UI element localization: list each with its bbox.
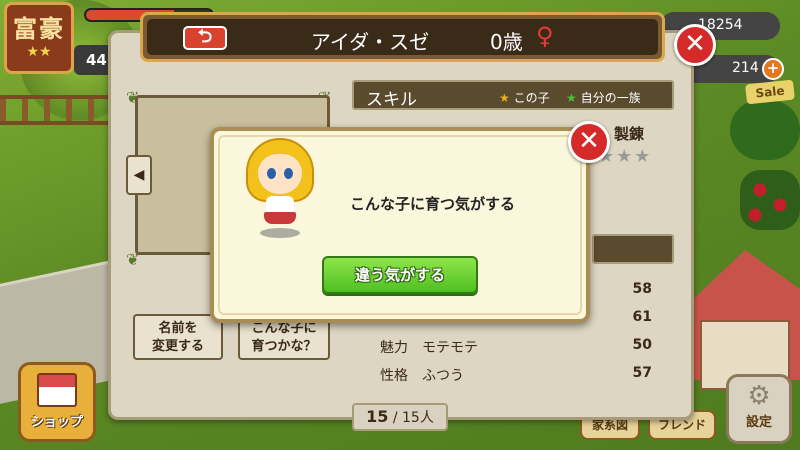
dialog-message: こんな子に育つ気がする [350,195,516,213]
stat-number: 61 [632,309,652,325]
settings-label: 設定 [745,415,772,430]
legend-this-child: ★ この子 [499,91,550,105]
settings-button[interactable]: ⚙ 設定 [726,374,792,444]
female-icon: ♀ [536,22,554,50]
skill-title: スキル [366,90,417,110]
shop-icon [37,373,77,407]
stat-label: 性格 [380,368,408,384]
section-header-bar [592,234,674,264]
berry-bush-decoration [740,170,800,230]
add-coins-button[interactable]: + [762,58,784,80]
stat-row: 性格 ふつう 57 [380,365,660,387]
avatar-eye [284,168,293,179]
grow-label-line1: こんな子に [251,321,317,336]
rename-button[interactable]: 名前を 変更する [133,314,223,360]
fence-decoration [0,95,110,125]
stat-number: 57 [632,365,652,381]
legend-family: ★ 自分の一族 [566,91,641,105]
gear-icon: ⚙ [747,381,771,411]
page-current: 15 [366,407,389,426]
rank-stars-icon: ★★ [26,44,52,60]
skill-header: スキル ★ この子 ★ 自分の一族 [352,80,674,110]
avatar-eye [267,168,276,179]
close-dialog-button[interactable]: ✕ [568,121,610,163]
page-total: / 15人 [392,410,434,426]
star-icon: ★ [499,91,510,105]
stat-value: モテモテ [422,340,478,356]
shop-label: ショップ [30,415,83,430]
close-panel-button[interactable]: ✕ [674,24,716,66]
bush-decoration [730,100,800,160]
shop-button[interactable]: ショップ [18,362,96,442]
rename-label-line2: 変更する [151,339,204,354]
character-age: 0歳 [490,30,523,54]
stat-value: ふつう [422,368,464,384]
avatar-skirt [264,212,296,224]
stat-number: 50 [632,337,652,353]
previous-character-button[interactable]: ◀ [126,155,152,195]
stat-row: 魅力 モテモテ 50 [380,337,660,359]
avatar-face [258,154,302,194]
different-feeling-button[interactable]: 違う気がする [322,256,478,294]
grow-label-line2: 育つかな？ [251,339,317,354]
avatar-shadow [260,228,300,238]
rank-label: 富豪 [13,15,65,43]
skill-name: 製錬 [614,125,645,143]
character-name: アイダ・スゼ [310,30,430,54]
rename-label-line1: 名前を [158,321,198,336]
child-avatar [240,138,320,238]
stat-number: 58 [632,281,652,297]
page-indicator: 15 / 15人 [352,403,448,431]
stat-label: 魅力 [380,340,408,356]
back-button[interactable]: ⮌ [183,26,227,50]
star-icon: ★ [566,91,577,105]
rank-badge[interactable]: 富豪 ★★ [4,2,74,74]
